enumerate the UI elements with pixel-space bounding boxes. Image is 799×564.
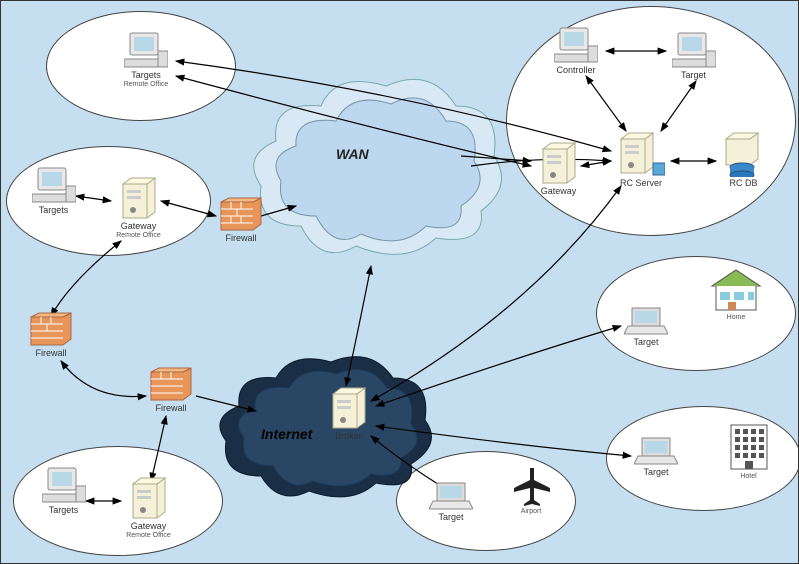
node-home: Home [706, 266, 766, 321]
firewall-icon [149, 366, 193, 402]
node-hotel: Hotel [721, 421, 776, 480]
node-targets-remote-2: Targets [26, 166, 81, 216]
firewall-icon [29, 311, 73, 347]
internet-label: Internet [261, 426, 312, 442]
node-targets-remote-3: Targets [36, 466, 91, 516]
server-icon [129, 476, 169, 520]
node-firewall-1: Firewall [216, 196, 266, 244]
node-label: Target [426, 513, 476, 523]
node-label: RC Server [611, 179, 671, 189]
server-icon [539, 141, 579, 185]
node-target-dc: Target [666, 31, 721, 81]
node-label: Targets [26, 206, 81, 216]
node-target-hotel: Target [631, 436, 681, 478]
node-label: RC DB [716, 179, 771, 189]
firewall-icon [219, 196, 263, 232]
node-target-airport: Target [426, 481, 476, 523]
node-label: Firewall [216, 234, 266, 244]
node-gateway-3: Gateway Remote Office [121, 476, 176, 539]
computer-icon [124, 31, 168, 69]
node-rc-server: RC Server [611, 131, 671, 189]
node-sublabel: Remote Office [111, 232, 166, 239]
node-gateway-dc: Gateway [531, 141, 586, 197]
node-rc-db: RC DB [716, 131, 771, 189]
node-label: Gateway [111, 222, 166, 232]
wan-cloud [246, 66, 506, 271]
node-broker: Broker [321, 386, 376, 442]
building-icon [725, 421, 773, 473]
node-label: Targets [116, 71, 176, 81]
computer-icon [42, 466, 86, 504]
laptop-icon [624, 306, 668, 336]
node-label: Target [666, 71, 721, 81]
house-icon [708, 266, 764, 314]
node-label: Hotel [721, 473, 776, 480]
node-label: Target [621, 338, 671, 348]
laptop-icon [634, 436, 678, 466]
node-airport: Airport [506, 466, 556, 515]
node-label: Target [631, 468, 681, 478]
computer-icon [32, 166, 76, 204]
node-firewall-2: Firewall [26, 311, 76, 359]
node-label: Gateway [531, 187, 586, 197]
node-label: Home [706, 314, 766, 321]
node-firewall-3: Firewall [146, 366, 196, 414]
computer-icon [672, 31, 716, 69]
computer-icon [554, 26, 598, 64]
wan-label: WAN [336, 146, 369, 162]
node-label: Gateway [121, 522, 176, 532]
server-icon [617, 131, 665, 177]
node-target-home: Target [621, 306, 671, 348]
node-label: Targets [36, 506, 91, 516]
server-icon [329, 386, 369, 430]
node-sublabel: Remote Office [121, 532, 176, 539]
laptop-icon [429, 481, 473, 511]
network-diagram: WAN Internet [0, 0, 799, 564]
server-icon [119, 176, 159, 220]
airplane-icon [510, 466, 552, 508]
database-icon [722, 131, 766, 177]
node-targets-remote-1: Targets Remote Office [116, 31, 176, 88]
node-gateway-2: Gateway Remote Office [111, 176, 166, 239]
node-label: Firewall [26, 349, 76, 359]
node-label: Airport [506, 508, 556, 515]
node-label: Firewall [146, 404, 196, 414]
node-label: Controller [546, 66, 606, 76]
node-label: Broker [321, 432, 376, 442]
node-sublabel: Remote Office [116, 81, 176, 88]
node-controller: Controller [546, 26, 606, 76]
